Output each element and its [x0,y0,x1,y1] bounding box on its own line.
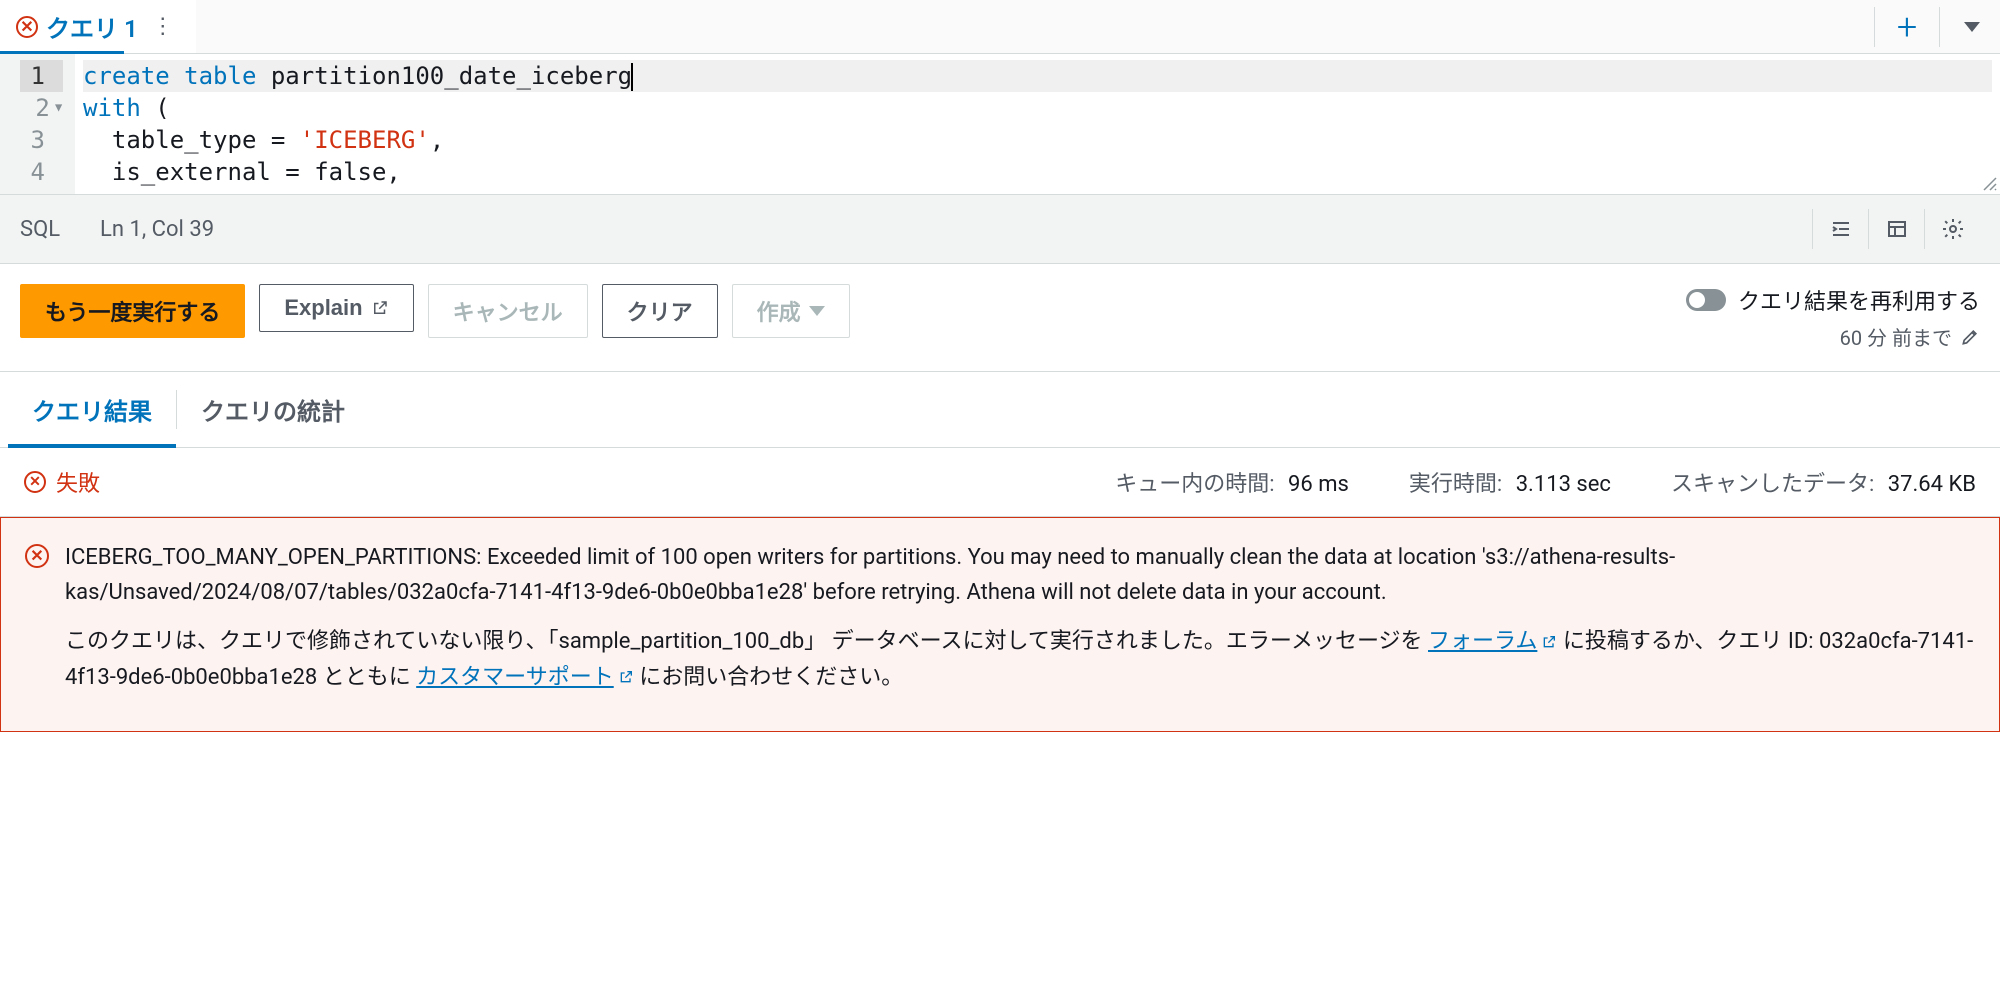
sql-editor[interactable]: 12 ▶34 create table partition100_date_ic… [0,54,2000,194]
error-panel: ✕ ICEBERG_TOO_MANY_OPEN_PARTITIONS: Exce… [0,517,2000,732]
queue-time-label: キュー内の時間: [1115,472,1274,497]
cancel-button: キャンセル [428,284,588,338]
action-toolbar: もう一度実行する Explain キャンセル クリア 作成 クエリ結果を再利用す… [0,264,2000,372]
query-tab-1[interactable]: ✕ クエリ 1 ⋮ [0,0,196,53]
editor-status-bar: SQL Ln 1, Col 39 [0,194,2000,264]
forum-link[interactable]: フォーラム [1428,624,1557,659]
status-label: 失敗 [56,466,100,498]
indent-icon [1829,217,1853,241]
kebab-menu-icon[interactable]: ⋮ [146,14,180,39]
chevron-down-icon [809,306,825,316]
tab-query-results[interactable]: クエリ結果 [8,372,176,447]
button-label: もう一度実行する [45,295,220,327]
create-dropdown-button: 作成 [732,284,850,338]
close-icon[interactable]: ✕ [16,16,38,38]
reuse-results-toggle[interactable] [1686,289,1726,311]
run-again-button[interactable]: もう一度実行する [20,284,245,338]
button-label: 作成 [757,295,801,327]
external-link-icon [618,669,634,685]
language-label: SQL [20,217,60,242]
explain-button[interactable]: Explain [259,284,413,332]
error-message-secondary: このクエリは、クエリで修飾されていない限り、「sample_partition_… [65,624,1975,694]
query-status-row: ✕ 失敗 キュー内の時間: 96 ms 実行時間: 3.113 sec スキャン… [0,448,2000,517]
exec-time-label: 実行時間: [1409,472,1502,497]
exec-time-value: 3.113 sec [1516,472,1611,497]
cursor-position: Ln 1, Col 39 [100,217,214,242]
tab-label: クエリ結果 [32,398,152,426]
tab-label: クエリの統計 [201,398,345,426]
resize-handle-icon[interactable] [1982,176,1998,192]
divider [1939,7,1940,47]
button-label: Explain [284,295,362,321]
gear-icon [1941,217,1965,241]
divider [1874,7,1875,47]
external-link-icon [371,299,389,317]
tab-query-stats[interactable]: クエリの統計 [177,372,369,447]
support-link[interactable]: カスタマーサポート [416,660,634,695]
settings-button[interactable] [1924,209,1980,249]
plus-icon: + [1897,6,1917,48]
button-label: キャンセル [453,295,563,327]
button-label: クリア [627,295,693,327]
tab-title: クエリ 1 [46,9,138,44]
editor-content[interactable]: create table partition100_date_icebergwi… [75,54,2000,194]
clear-button[interactable]: クリア [602,284,718,338]
reuse-age-label: 60 分 前まで [1840,322,1952,351]
scan-data-label: スキャンしたデータ: [1671,472,1874,497]
error-icon: ✕ [25,544,49,568]
new-tab-button[interactable]: + [1879,0,1935,53]
format-button[interactable] [1812,209,1868,249]
queue-time-value: 96 ms [1288,472,1349,497]
query-tab-bar: ✕ クエリ 1 ⋮ + [0,0,2000,54]
external-link-icon [1541,634,1557,650]
error-icon: ✕ [24,471,46,493]
tab-overflow-button[interactable] [1944,0,2000,53]
results-panel-button[interactable] [1868,209,1924,249]
pencil-icon[interactable] [1960,327,1980,347]
scan-data-value: 37.64 KB [1888,472,1976,497]
chevron-down-icon [1964,22,1980,32]
status-badge-failed: ✕ 失敗 [24,466,100,498]
error-message-primary: ICEBERG_TOO_MANY_OPEN_PARTITIONS: Exceed… [65,540,1975,610]
editor-gutter: 12 ▶34 [0,54,75,194]
panel-icon [1885,217,1909,241]
result-tabs: クエリ結果 クエリの統計 [0,372,2000,448]
reuse-results-label: クエリ結果を再利用する [1738,284,1980,316]
